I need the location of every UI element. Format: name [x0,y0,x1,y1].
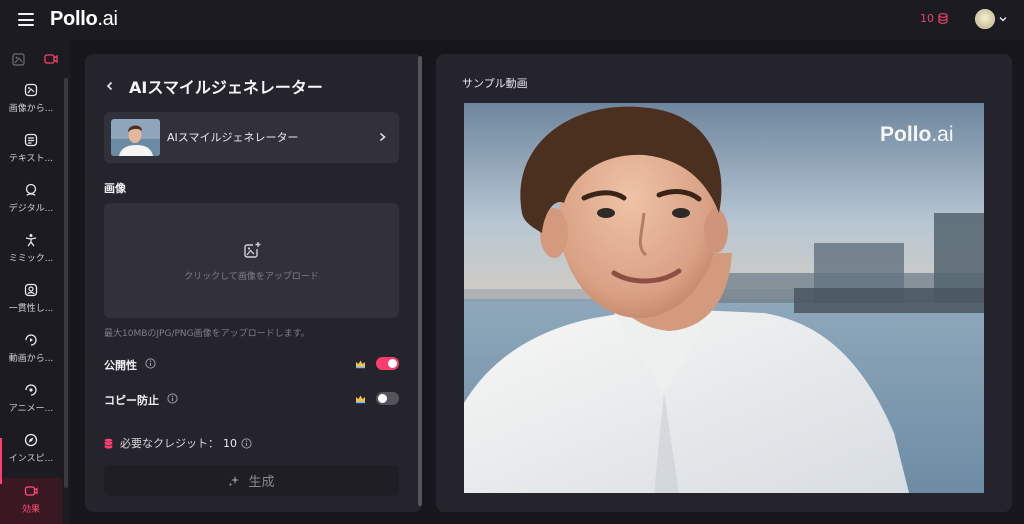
option-public: 公開性 [104,355,399,373]
public-toggle[interactable] [376,357,399,370]
info-icon[interactable] [241,437,252,449]
credits-label: 必要なクレジット： [120,437,219,450]
sample-video-label: サンプル動画 [462,77,528,90]
premium-crown-icon [356,395,365,404]
image-section-label: 画像 [104,182,126,195]
image-upload-dropzone[interactable]: クリックして画像をアップロード [104,203,399,318]
option-label: 公開性 [104,359,137,372]
sidebar-mode-tabs [0,48,70,70]
tab-image-mode[interactable] [7,48,29,70]
credits-value: 10 [223,436,237,450]
option-copy-protection: コピー防止 [104,390,399,408]
sidebar-item-digital-human[interactable]: デジタル... [0,180,62,224]
watermark-logo: Pollo.ai [880,123,954,146]
premium-crown-icon [356,360,365,369]
consistent-character-icon [24,283,38,297]
upload-instruction: クリックして画像をアップロード [184,272,319,282]
animation-icon [25,384,37,396]
model-thumbnail [111,119,160,156]
back-chevron-icon[interactable] [105,81,115,91]
sidebar-item-label: アニメー... [8,404,54,414]
info-icon[interactable] [145,358,156,369]
image-upload-icon [244,242,261,258]
sidebar-item-label: 効果 [21,505,40,515]
active-indicator [0,438,2,484]
sidebar-item-label: インスピ... [8,454,54,464]
image-to-video-icon [24,83,38,97]
image-icon [11,52,25,66]
required-credits: 必要なクレジット： 10 [104,435,252,451]
sparkle-icon [228,475,240,486]
sidebar-item-label: 動画から... [8,354,54,364]
sidebar-item-image-to-video[interactable]: 画像から... [0,80,62,124]
video-to-video-icon [25,334,37,346]
compass-icon [24,433,38,447]
chevron-right-icon [380,132,386,142]
chevron-down-icon[interactable] [999,15,1007,23]
sidebar-item-label: 一貫性し... [8,304,54,314]
option-label: コピー防止 [104,394,159,407]
sidebar-item-inspiration[interactable]: インスピ... [0,430,62,474]
sidebar-item-label: ミミック... [8,254,54,264]
credits-badge[interactable]: 10 [920,12,948,25]
credits-count: 10 [920,12,934,25]
effects-icon [24,486,38,496]
sidebar-item-mimic[interactable]: ミミック... [0,230,62,274]
sidebar-item-effects[interactable]: 効果 [0,478,62,524]
user-avatar[interactable] [975,9,995,29]
generate-label: 生成 [248,475,275,490]
panel-scrollbar[interactable] [418,56,422,506]
model-selector-card[interactable]: AIスマイルジェネレーター [104,112,399,163]
coin-stack-icon [938,13,948,24]
text-to-video-icon [24,133,38,147]
sidebar-item-label: デジタル... [8,204,54,214]
sample-video[interactable]: Pollo.ai [464,103,984,493]
sidebar-scrollbar[interactable] [64,78,68,488]
info-icon[interactable] [167,393,178,404]
sidebar-item-consistent-character[interactable]: 一貫性し... [0,280,62,324]
digital-human-icon [25,183,37,196]
generate-button[interactable]: 生成 [104,465,399,496]
sidebar: 画像から... テキスト... デジタル... ミミック... 一貫性し... … [0,40,70,524]
sidebar-item-label: テキスト... [8,154,54,164]
menu-icon[interactable] [18,13,34,26]
model-name: AIスマイルジェネレーター [167,131,299,144]
page-title: AIスマイルジェネレーター [129,78,323,97]
sidebar-item-text-to-video[interactable]: テキスト... [0,130,62,174]
sidebar-item-animation[interactable]: アニメー... [0,380,62,424]
top-bar: Pollo.ai 10 [0,0,1024,40]
upload-hint: 最大10MBのJPG/PNG画像をアップロードします。 [104,329,310,339]
mimic-dance-icon [25,234,37,247]
coin-stack-icon [104,438,113,449]
app-logo[interactable]: Pollo.ai [50,8,118,31]
sample-video-frame [464,103,984,493]
video-camera-icon [44,54,58,64]
panel-header: AIスマイルジェネレーター [105,74,323,98]
sidebar-item-label: 画像から... [8,104,54,114]
copy-protection-toggle[interactable] [376,392,399,405]
sidebar-item-video-to-video[interactable]: 動画から... [0,330,62,374]
tab-video-mode[interactable] [40,48,62,70]
